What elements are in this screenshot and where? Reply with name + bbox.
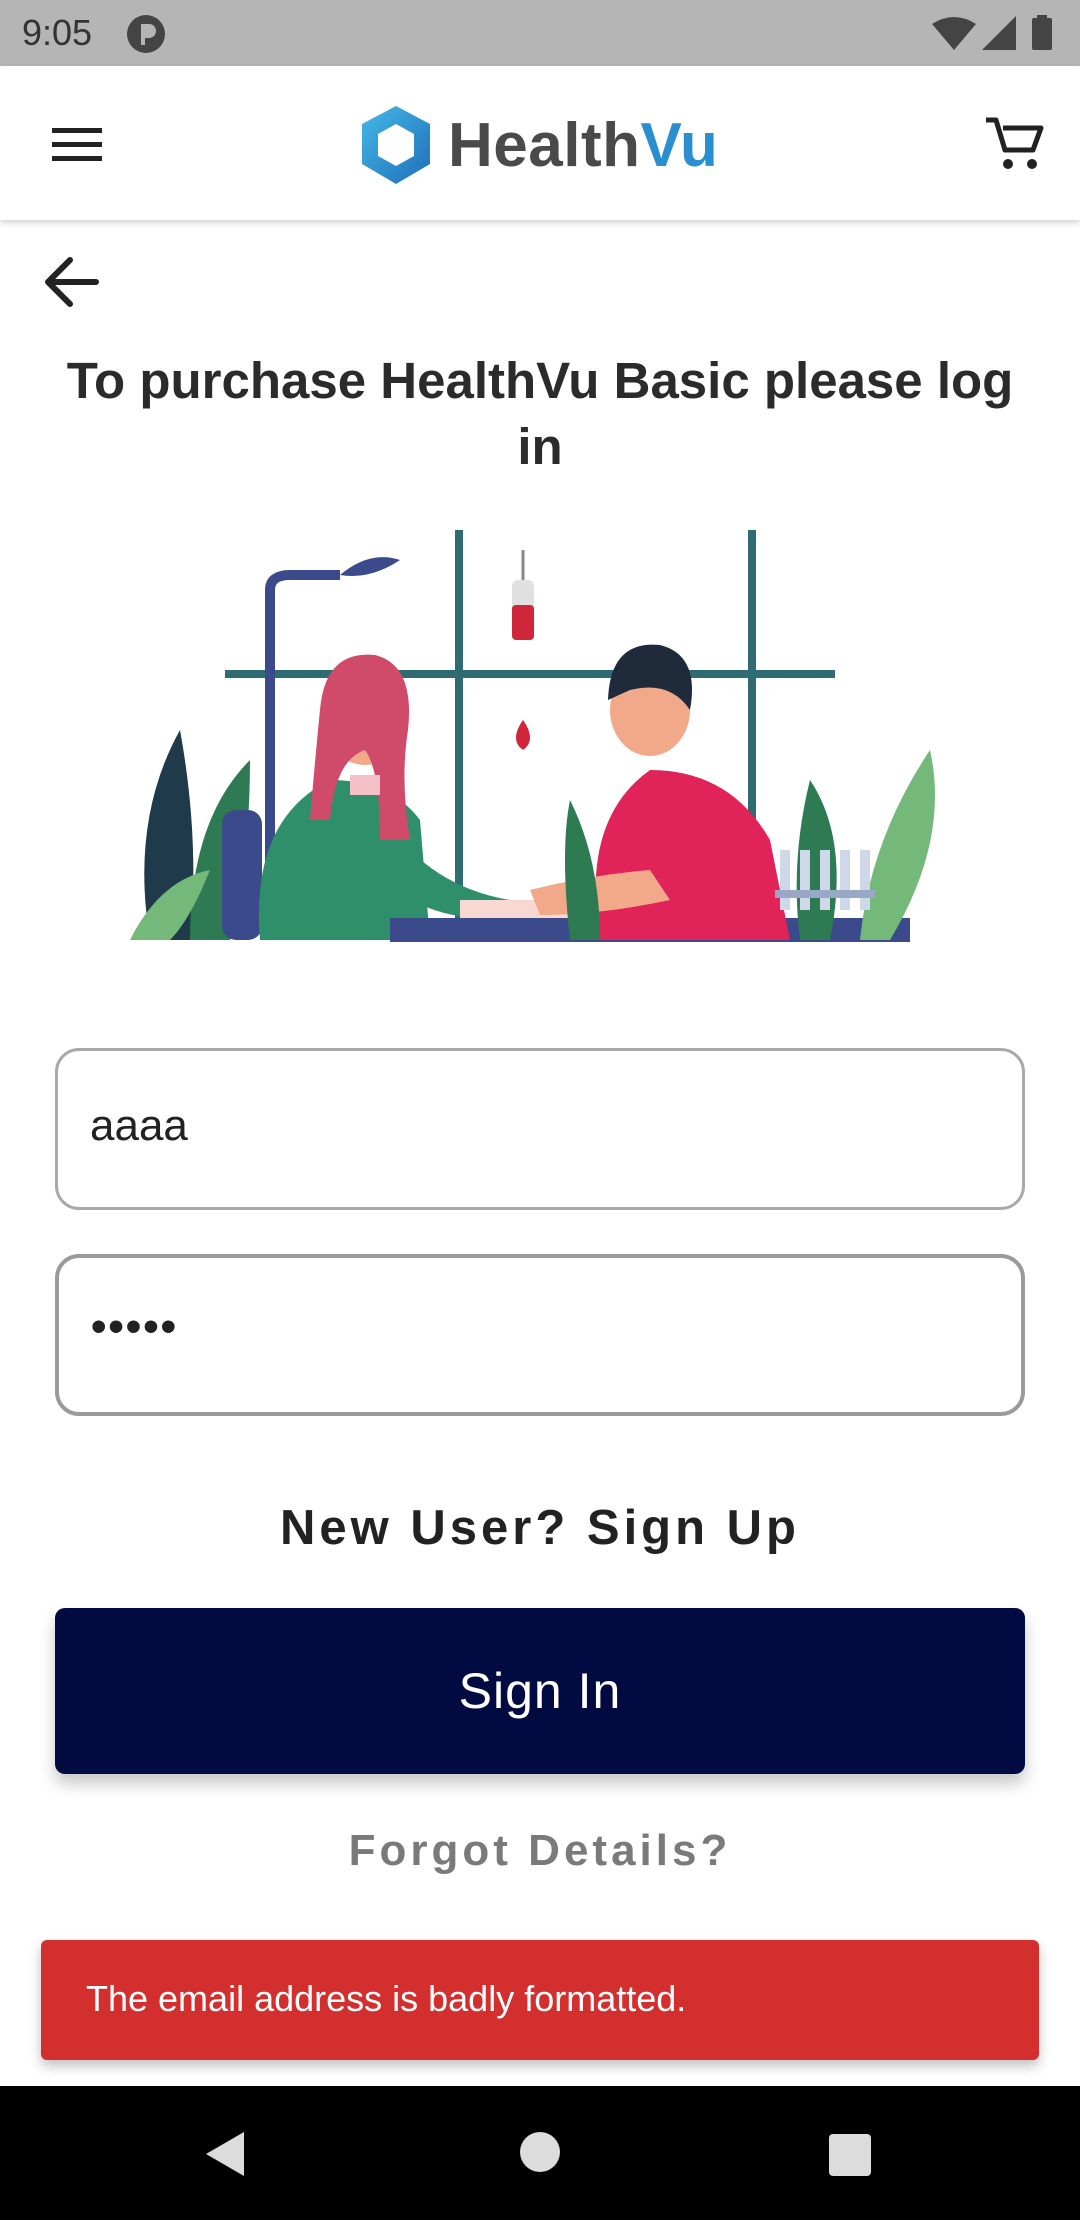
logo-text: HealthVu [448,110,718,181]
nav-recent-apps-icon[interactable] [829,2134,871,2176]
forgot-details-link[interactable]: Forgot Details? [0,1826,1080,1876]
nav-back-icon[interactable] [200,2128,252,2180]
error-message: The email address is badly formatted. [86,1978,687,2019]
password-field[interactable]: ••••• [55,1254,1025,1416]
sign-up-link[interactable]: New User? Sign Up [0,1500,1080,1556]
page-title: To purchase HealthVu Basic please log in [66,352,1014,475]
password-field-value: ••••• [91,1302,179,1351]
system-nav-bar [0,2086,1080,2220]
error-snackbar: The email address is badly formatted. [41,1940,1039,2060]
email-field[interactable]: aaaa [55,1048,1025,1210]
status-icons [932,15,1052,50]
status-time: 9:05 [22,12,93,53]
pcloud-icon [127,15,165,53]
status-bar: 9:05 [0,0,1080,66]
healthvu-logo: HealthVu [356,102,736,188]
blood-test-illustration [130,530,935,942]
logo-text-accent: Vu [640,111,719,180]
app-bar: HealthVu [0,66,1080,220]
nav-home-icon[interactable] [520,2132,560,2172]
hexagon-logo-icon [362,106,430,184]
sign-in-button[interactable]: Sign In [55,1608,1025,1774]
arrow-left-icon[interactable] [36,246,108,318]
email-field-value: aaaa [90,1101,188,1150]
cell-signal-icon [982,16,1016,50]
wifi-icon [932,17,976,50]
hamburger-menu-icon[interactable] [40,116,114,172]
logo-text-main: Health [448,111,641,180]
battery-icon [1032,18,1052,50]
shopping-cart-icon[interactable] [980,110,1050,180]
